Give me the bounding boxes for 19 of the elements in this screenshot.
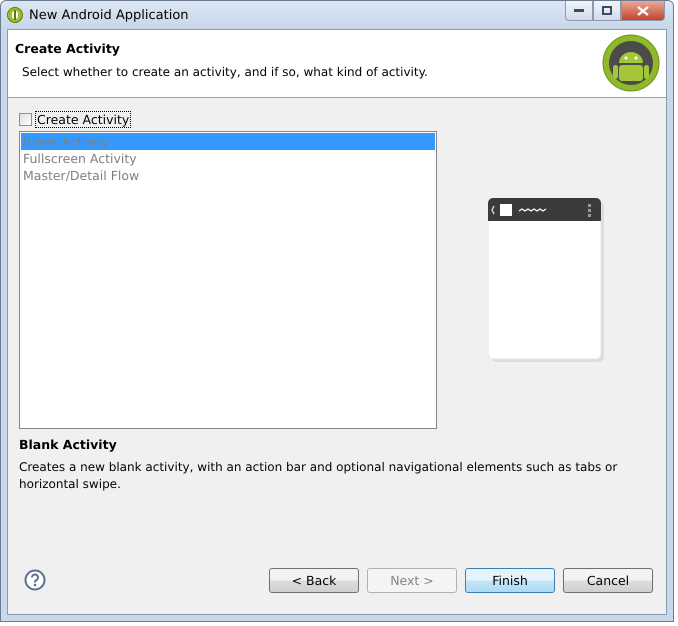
page-description: Select whether to create an activity, and if so, what kind of activity. <box>22 65 428 79</box>
checkbox[interactable] <box>19 112 32 126</box>
maximize-button[interactable] <box>593 1 621 21</box>
minimize-icon <box>574 8 584 12</box>
help-icon[interactable] <box>24 569 46 591</box>
checkbox-label: Create Activity <box>35 110 132 128</box>
close-icon <box>637 6 649 16</box>
close-button[interactable] <box>621 1 665 21</box>
window-title: New Android Application <box>29 8 189 22</box>
template-description: Creates a new blank activity, with an action bar and optional navigational elements such as tabs or horizontal swipe. <box>19 459 618 493</box>
template-title: Blank Activity <box>19 437 118 452</box>
maximize-icon <box>602 6 612 15</box>
minimize-button[interactable] <box>565 1 593 21</box>
wizard-button[interactable]: Cancel <box>563 568 653 592</box>
wizard-button[interactable]: < Back <box>269 568 359 592</box>
page-title: Create Activity <box>15 41 121 56</box>
android-logo-icon <box>602 34 660 92</box>
wizard-button[interactable]: Finish <box>465 568 555 592</box>
app-icon <box>7 7 23 23</box>
